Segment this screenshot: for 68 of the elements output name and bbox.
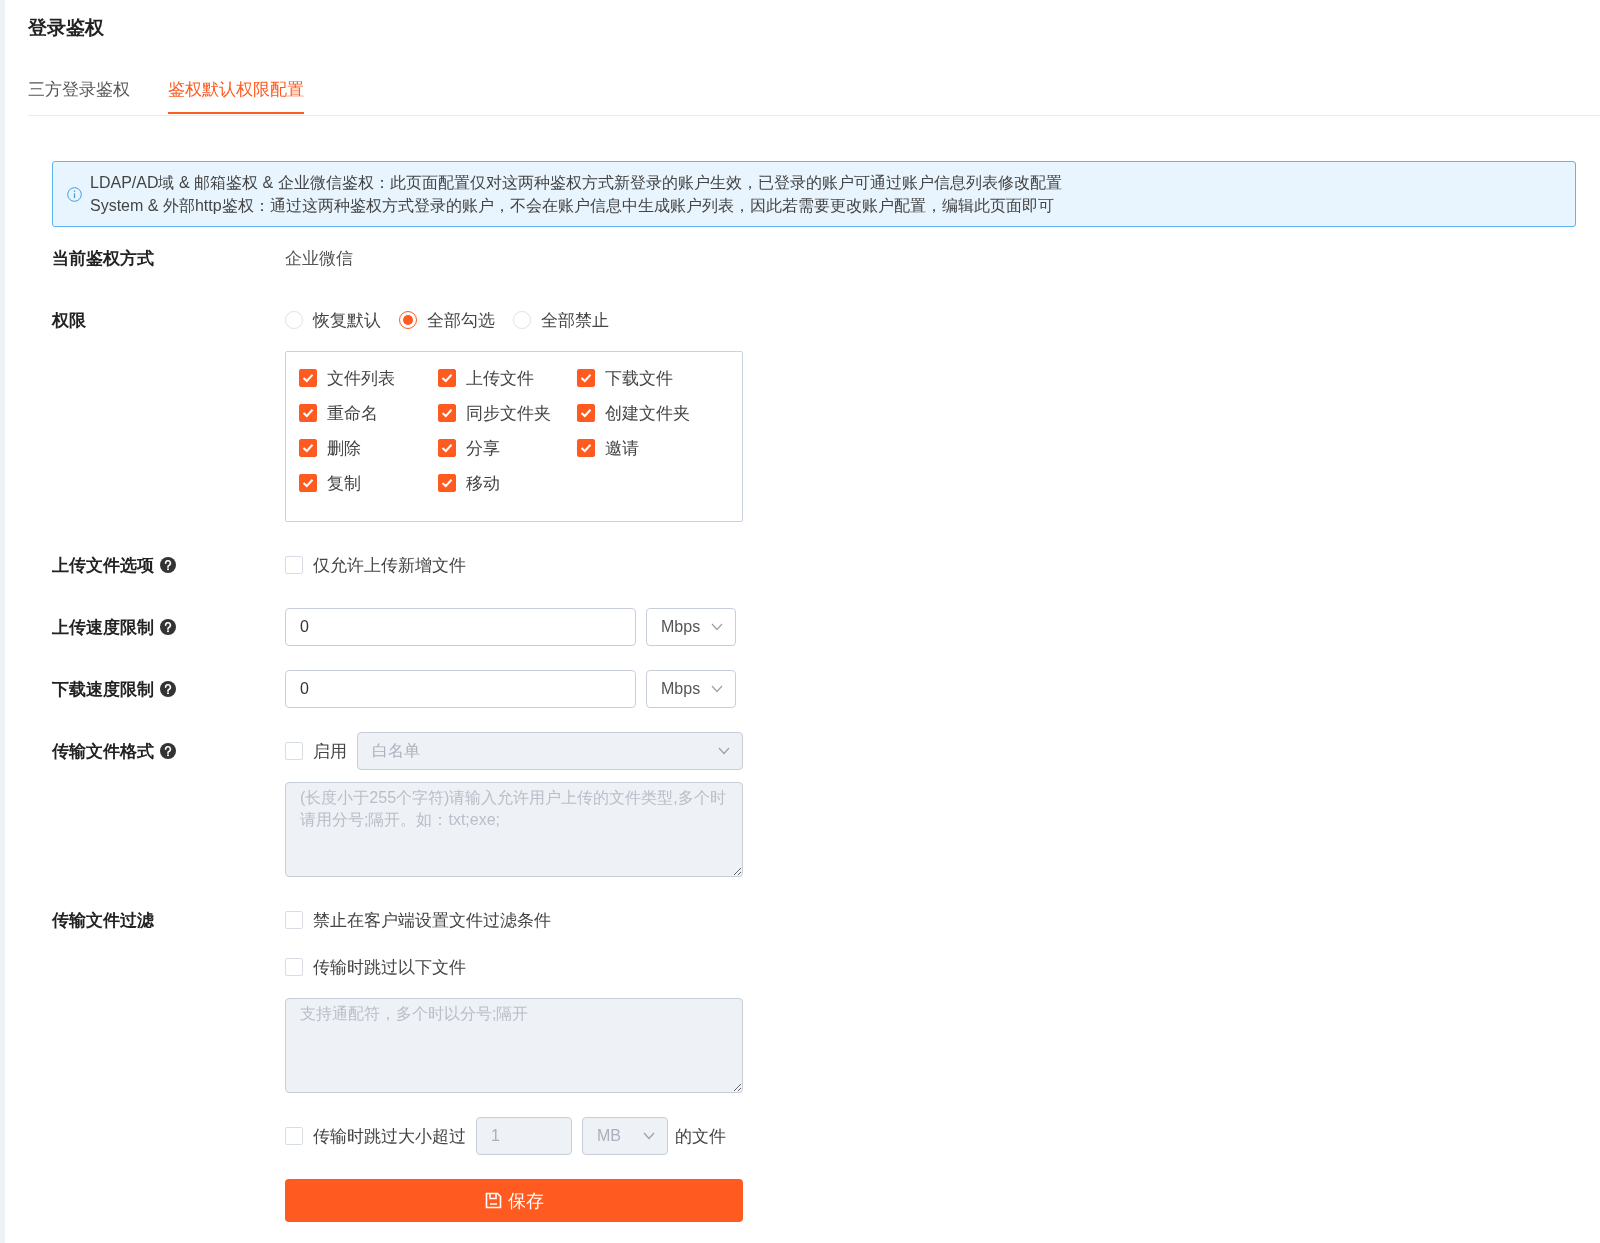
field-label: 上传文件选项 xyxy=(52,554,154,577)
checkmark-icon xyxy=(441,408,453,418)
checkmark-icon xyxy=(302,478,314,488)
checkbox-label: 上传文件 xyxy=(466,367,534,390)
info-icon xyxy=(67,186,82,202)
checkmark-icon xyxy=(580,408,592,418)
help-icon[interactable] xyxy=(160,557,176,573)
field-label: 下载速度限制 xyxy=(52,678,154,701)
checkbox-label: 移动 xyxy=(466,472,500,495)
checkbox-label: 传输时跳过以下文件 xyxy=(313,956,466,979)
checkbox-label: 仅允许上传新增文件 xyxy=(313,554,466,577)
chevron-icon xyxy=(718,747,730,755)
checkbox-label: 分享 xyxy=(466,437,500,460)
field-value: 企业微信 xyxy=(285,247,353,270)
checkbox-label: 创建文件夹 xyxy=(605,402,690,425)
checkbox-label: 启用 xyxy=(313,740,347,763)
checkbox[interactable] xyxy=(299,474,317,492)
notice-text: System & 外部http鉴权：通过这两种鉴权方式登录的账户，不会在账户信息中生成账户列表，因此若需要更改账户配置，编辑此页面即可 xyxy=(90,196,1055,216)
radio-option[interactable]: 全部禁止 xyxy=(513,308,609,332)
checkmark-icon xyxy=(580,443,592,453)
radio-option[interactable]: 全部勾选 xyxy=(399,308,495,332)
checkmark-icon xyxy=(302,408,314,418)
page-title: 登录鉴权 xyxy=(28,16,105,40)
checkbox[interactable] xyxy=(577,439,595,457)
chevron-icon xyxy=(711,623,723,631)
field-label: 传输文件过滤 xyxy=(52,909,154,932)
help-icon[interactable] xyxy=(160,743,176,759)
chevron-icon xyxy=(643,1132,655,1140)
help-icon[interactable] xyxy=(160,619,176,635)
tab[interactable]: 三方登录鉴权 xyxy=(28,75,130,114)
checkbox-label: 同步文件夹 xyxy=(466,402,551,425)
field-label: 上传速度限制 xyxy=(52,616,154,639)
checkbox[interactable] xyxy=(438,439,456,457)
checkbox[interactable] xyxy=(438,404,456,422)
checkbox[interactable] xyxy=(299,369,317,387)
checkbox-label: 文件列表 xyxy=(327,367,395,390)
checkbox-label: 禁止在客户端设置文件过滤条件 xyxy=(313,909,551,932)
input-field[interactable]: 0 xyxy=(285,608,636,646)
chevron-icon xyxy=(711,685,723,693)
checkbox[interactable] xyxy=(438,474,456,492)
checkbox[interactable] xyxy=(577,404,595,422)
checkbox-label: 邀请 xyxy=(605,437,639,460)
suffix-text: 的文件 xyxy=(675,1125,726,1148)
checkbox-label: 传输时跳过大小超过 xyxy=(313,1125,466,1148)
checkmark-icon xyxy=(441,478,453,488)
save-icon xyxy=(484,1192,502,1209)
checkmark-icon xyxy=(441,373,453,383)
checkbox[interactable] xyxy=(438,369,456,387)
field-label: 当前鉴权方式 xyxy=(52,247,154,270)
help-icon[interactable] xyxy=(160,681,176,697)
input-field[interactable]: 0 xyxy=(285,670,636,708)
notice-text: LDAP/AD域 & 邮箱鉴权 & 企业微信鉴权：此页面配置仅对这两种鉴权方式新登录的账户生效，已登录的账户可通过账户信息列表修改配置 xyxy=(90,173,1062,193)
checkbox[interactable] xyxy=(577,369,595,387)
radio-option[interactable]: 恢复默认 xyxy=(285,308,381,332)
checkmark-icon xyxy=(580,373,592,383)
checkmark-icon xyxy=(302,373,314,383)
checkbox[interactable] xyxy=(299,439,317,457)
checkbox-label: 删除 xyxy=(327,437,361,460)
field-label: 权限 xyxy=(52,309,86,332)
field-label: 传输文件格式 xyxy=(52,740,154,763)
dropdown[interactable]: Mbps xyxy=(646,670,736,708)
checkmark-icon xyxy=(441,443,453,453)
checkmark-icon xyxy=(302,443,314,453)
checkbox-label: 重命名 xyxy=(327,402,378,425)
dropdown[interactable]: Mbps xyxy=(646,608,736,646)
checkbox-label: 复制 xyxy=(327,472,361,495)
checkbox[interactable] xyxy=(299,404,317,422)
checkbox-label: 下载文件 xyxy=(605,367,673,390)
